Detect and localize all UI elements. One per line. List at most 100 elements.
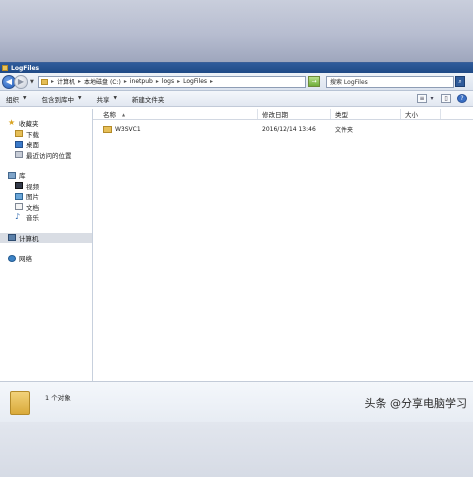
libraries-group: 库 视频 图片 文档 ♪ 音乐 xyxy=(0,170,92,223)
nav-item-label: 桌面 xyxy=(26,141,39,150)
nav-item-label: 网络 xyxy=(19,255,32,264)
chevron-down-icon[interactable]: ▾ xyxy=(429,94,435,103)
column-header-label: 修改日期 xyxy=(262,111,288,119)
nav-item-recent-places[interactable]: 最近访问的位置 xyxy=(0,150,92,161)
breadcrumb-inetpub[interactable]: inetpub xyxy=(130,78,153,85)
search-icon[interactable]: ⌕ xyxy=(455,76,465,87)
view-options-icon[interactable]: ≡ xyxy=(417,94,427,103)
share-menu[interactable]: 共享 ▼ xyxy=(96,94,116,104)
library-icon xyxy=(8,171,16,179)
downloads-folder-icon xyxy=(15,130,23,138)
view-controls: ≡ ▾ ▯ ? xyxy=(411,94,467,103)
video-icon xyxy=(15,182,23,190)
forward-button[interactable]: ▶ xyxy=(14,74,28,89)
nav-item-label: 图片 xyxy=(26,193,39,202)
main-content: ★ 收藏夹 下载 桌面 最近访问的位置 库 视频 图片 文档 ♪ 音乐 计算机 … xyxy=(0,109,473,381)
nav-item-label: 文档 xyxy=(26,203,39,212)
nav-item-label: 库 xyxy=(19,172,26,181)
computer-group: 计算机 xyxy=(0,232,92,243)
chevron-right-icon: ▸ xyxy=(155,78,159,85)
column-headers: 名称 ▲ 修改日期 类型 大小 xyxy=(93,109,473,120)
folder-icon xyxy=(2,65,8,71)
search-input[interactable]: 搜索 LogFiles xyxy=(326,75,454,88)
address-field[interactable]: ▸ 计算机 ▸ 本地磁盘 (C:) ▸ inetpub ▸ logs ▸ Log… xyxy=(38,75,306,88)
include-in-library-menu[interactable]: 包含到库中 ▼ xyxy=(41,94,81,104)
breadcrumb-local-disk[interactable]: 本地磁盘 (C:) xyxy=(84,77,121,86)
picture-icon xyxy=(15,192,23,200)
nav-item-computer[interactable]: 计算机 xyxy=(0,232,92,243)
go-button[interactable]: → xyxy=(308,76,320,87)
file-date: 2016/12/14 13:46 xyxy=(262,125,316,133)
command-bar: 组织 ▼ 包含到库中 ▼ 共享 ▼ 新建文件夹 ≡ ▾ ▯ ? xyxy=(0,91,473,107)
background-blur-bottom xyxy=(0,422,473,477)
organize-label: 组织 xyxy=(6,95,19,104)
star-icon: ★ xyxy=(8,118,16,128)
item-count: 1 个对象 xyxy=(45,393,71,402)
nav-item-libraries[interactable]: 库 xyxy=(0,170,92,181)
chevron-right-icon: ▸ xyxy=(51,78,55,85)
nav-item-downloads[interactable]: 下载 xyxy=(0,129,92,140)
navigation-pane: ★ 收藏夹 下载 桌面 最近访问的位置 库 视频 图片 文档 ♪ 音乐 计算机 … xyxy=(0,109,93,381)
breadcrumb-logs[interactable]: logs xyxy=(162,78,174,85)
desktop-icon xyxy=(15,140,23,148)
network-icon xyxy=(8,254,16,262)
nav-item-label: 视频 xyxy=(26,182,39,191)
new-folder-button[interactable]: 新建文件夹 xyxy=(132,94,165,104)
column-header-size[interactable]: 大小 xyxy=(401,109,441,119)
column-header-label: 名称 xyxy=(103,111,116,119)
background-blur-top xyxy=(0,0,473,62)
sort-ascending-icon: ▲ xyxy=(122,111,126,117)
column-header-date[interactable]: 修改日期 xyxy=(258,109,331,119)
column-header-type[interactable]: 类型 xyxy=(331,109,401,119)
chevron-right-icon: ▸ xyxy=(210,78,214,85)
file-list: 名称 ▲ 修改日期 类型 大小 W3SVC1 2016/12/14 13:46 … xyxy=(93,109,473,381)
include-in-library-label: 包含到库中 xyxy=(41,95,74,104)
document-icon xyxy=(15,203,23,211)
chevron-down-icon: ▼ xyxy=(77,96,82,101)
window-title: LogFiles xyxy=(11,64,40,72)
breadcrumb-logfiles[interactable]: LogFiles xyxy=(183,78,207,85)
column-header-label: 大小 xyxy=(405,111,418,119)
nav-item-favorites[interactable]: ★ 收藏夹 xyxy=(0,118,92,129)
chevron-right-icon: ▸ xyxy=(177,78,181,85)
file-name-cell: W3SVC1 xyxy=(93,125,258,133)
nav-item-network[interactable]: 网络 xyxy=(0,253,92,264)
organize-menu[interactable]: 组织 ▼ xyxy=(6,94,26,104)
recent-pages-dropdown[interactable]: ▼ xyxy=(30,79,36,85)
watermark: 头条 @分享电脑学习 xyxy=(364,397,468,410)
nav-item-documents[interactable]: 文档 xyxy=(0,202,92,213)
nav-item-label: 最近访问的位置 xyxy=(26,151,72,160)
breadcrumb-computer[interactable]: 计算机 xyxy=(57,77,75,86)
chevron-right-icon: ▸ xyxy=(123,78,127,85)
nav-item-pictures[interactable]: 图片 xyxy=(0,191,92,202)
chevron-down-icon: ▼ xyxy=(113,96,117,101)
music-icon: ♪ xyxy=(15,212,21,222)
explorer-window: LogFiles ◀ ▶ ▼ ▸ 计算机 ▸ 本地磁盘 (C:) ▸ inetp… xyxy=(0,62,473,423)
nav-item-label: 音乐 xyxy=(26,214,39,223)
nav-item-music[interactable]: ♪ 音乐 xyxy=(0,212,92,223)
file-type: 文件夹 xyxy=(335,126,354,134)
help-icon[interactable]: ? xyxy=(457,94,467,103)
file-name: W3SVC1 xyxy=(115,125,141,133)
preview-pane-icon[interactable]: ▯ xyxy=(441,94,451,103)
chevron-down-icon: ▼ xyxy=(23,96,27,101)
chevron-right-icon: ▸ xyxy=(78,78,82,85)
title-bar: LogFiles xyxy=(0,63,473,73)
column-header-label: 类型 xyxy=(335,111,348,119)
folder-icon xyxy=(10,390,30,415)
nav-item-videos[interactable]: 视频 xyxy=(0,181,92,192)
nav-item-label: 计算机 xyxy=(19,234,39,243)
table-row[interactable]: W3SVC1 2016/12/14 13:46 文件夹 xyxy=(93,123,473,135)
network-group: 网络 xyxy=(0,253,92,264)
address-bar-row: ◀ ▶ ▼ ▸ 计算机 ▸ 本地磁盘 (C:) ▸ inetpub ▸ logs… xyxy=(0,73,473,91)
share-label: 共享 xyxy=(96,95,110,104)
folder-icon xyxy=(103,125,112,133)
computer-icon xyxy=(8,234,16,242)
recent-places-icon xyxy=(15,151,23,159)
column-header-name[interactable]: 名称 ▲ xyxy=(93,109,258,119)
nav-item-desktop[interactable]: 桌面 xyxy=(0,139,92,150)
nav-item-label: 收藏夹 xyxy=(19,120,39,129)
folder-icon xyxy=(41,78,48,85)
favorites-group: ★ 收藏夹 下载 桌面 最近访问的位置 xyxy=(0,118,92,160)
new-folder-label: 新建文件夹 xyxy=(131,95,165,104)
